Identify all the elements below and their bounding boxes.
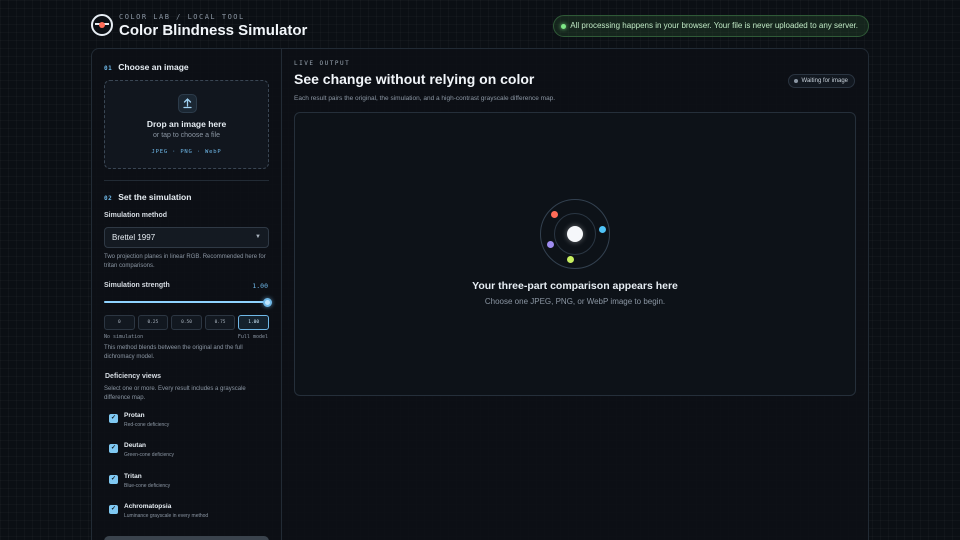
deficiency-heading: Deficiency views xyxy=(105,373,162,380)
output-panel: LIVE OUTPUT See change without relying o… xyxy=(282,49,868,540)
empty-state-subtitle: Choose one JPEG, PNG, or WebP image to b… xyxy=(484,297,666,306)
deficiency-help: Select one or more. Every result include… xyxy=(104,386,246,401)
strength-presets: 0 0.25 0.50 0.75 1.00 xyxy=(104,315,269,330)
dropzone-formats: JPEG · PNG · WebP xyxy=(151,149,222,155)
image-dropzone[interactable]: Drop an image here or tap to choose a fi… xyxy=(104,80,269,169)
purple-dot-icon xyxy=(547,241,554,248)
deficiency-option[interactable]: ✓ Tritan Blue-cone deficiency xyxy=(109,473,269,493)
strength-preset-button[interactable]: 0.25 xyxy=(137,315,169,330)
deficiency-option[interactable]: ✓ Deutan Green-cone deficiency xyxy=(109,442,269,462)
status-text: Waiting for image xyxy=(801,78,848,84)
deficiency-title: Achromatopsia xyxy=(124,503,172,510)
check-icon[interactable]: ✓ xyxy=(109,414,118,423)
status-dot-icon xyxy=(561,24,567,29)
deficiency-title: Tritan xyxy=(124,473,142,480)
scale-min-label: No simulation xyxy=(104,334,144,340)
dropzone-subtitle: or tap to choose a file xyxy=(153,132,220,139)
comparison-canvas: Your three-part comparison appears here … xyxy=(294,112,856,396)
red-dot-icon xyxy=(551,211,558,218)
check-icon[interactable]: ✓ xyxy=(109,475,118,484)
upload-arrow-icon[interactable] xyxy=(178,94,197,113)
strength-preset-button[interactable]: 1.00 xyxy=(238,315,269,330)
deficiency-description: Green-cone deficiency xyxy=(124,452,175,458)
strength-preset-button[interactable]: 0.75 xyxy=(204,315,236,330)
deficiency-description: Luminance grayscale in every method xyxy=(124,513,209,519)
output-title: See change without relying on color xyxy=(294,71,535,87)
chevron-down-icon: ▼ xyxy=(255,234,261,240)
controls-panel: 01 Choose an image Drop an image here or … xyxy=(92,49,282,540)
eye-slash-logo-icon xyxy=(91,14,113,36)
strength-slider-fill xyxy=(104,301,269,303)
status-badge: Waiting for image xyxy=(787,74,855,88)
deficiency-option[interactable]: ✓ Protan Red-cone deficiency xyxy=(109,412,269,432)
strength-preset-button[interactable]: 0.50 xyxy=(171,315,202,330)
status-dot-icon xyxy=(793,79,798,83)
upload-step-number: 01 xyxy=(104,65,113,72)
header-eyebrow: COLOR LAB / LOCAL TOOL xyxy=(119,13,245,21)
method-help: Two projection planes in linear RGB. Rec… xyxy=(104,254,266,269)
output-description: Each result pairs the original, the simu… xyxy=(294,95,556,102)
dropzone-title: Drop an image here xyxy=(146,119,227,129)
method-select[interactable]: Brettel 1997 ▼ xyxy=(104,227,269,248)
strength-slider-thumb[interactable] xyxy=(263,297,272,307)
check-icon[interactable]: ✓ xyxy=(109,505,118,514)
privacy-badge: All processing happens in your browser. … xyxy=(553,15,869,37)
method-select-value: Brettel 1997 xyxy=(112,233,156,242)
deficiency-title: Deutan xyxy=(124,442,147,449)
blue-dot-icon xyxy=(599,226,606,233)
upload-section-heading: 01 Choose an image xyxy=(104,62,189,72)
deficiency-description: Blue-cone deficiency xyxy=(124,483,171,489)
check-icon[interactable]: ✓ xyxy=(109,444,118,453)
method-label: Simulation method xyxy=(104,212,167,219)
strength-label: Simulation strength xyxy=(104,282,170,289)
deficiency-title: Protan xyxy=(124,412,145,419)
upload-heading-text: Choose an image xyxy=(118,62,189,72)
app-header: COLOR LAB / LOCAL TOOL Color Blindness S… xyxy=(91,13,869,42)
app-shell: 01 Choose an image Drop an image here or … xyxy=(91,48,869,540)
deficiency-option[interactable]: ✓ Achromatopsia Luminance grayscale in eve… xyxy=(109,503,269,523)
strength-help: This method blends between the original … xyxy=(104,345,243,360)
strength-preset-button[interactable]: 0 xyxy=(104,315,135,330)
section-divider xyxy=(104,180,269,181)
deficiency-description: Red-cone deficiency xyxy=(124,422,170,428)
green-dot-icon xyxy=(567,256,574,263)
strength-value: 1.00 xyxy=(252,282,268,290)
simulation-section-heading: 02 Set the simulation xyxy=(104,192,191,202)
run-simulation-button[interactable] xyxy=(104,536,269,540)
strength-slider[interactable] xyxy=(104,297,272,307)
output-eyebrow: LIVE OUTPUT xyxy=(294,60,351,67)
scale-max-label: Full model xyxy=(237,334,268,340)
privacy-text: All processing happens in your browser. … xyxy=(570,21,858,30)
simulation-step-number: 02 xyxy=(104,195,113,202)
simulation-heading-text: Set the simulation xyxy=(118,192,192,202)
app-title: Color Blindness Simulator xyxy=(119,22,308,39)
orbit-illustration-icon xyxy=(540,199,610,269)
empty-state-title: Your three-part comparison appears here xyxy=(472,280,678,292)
